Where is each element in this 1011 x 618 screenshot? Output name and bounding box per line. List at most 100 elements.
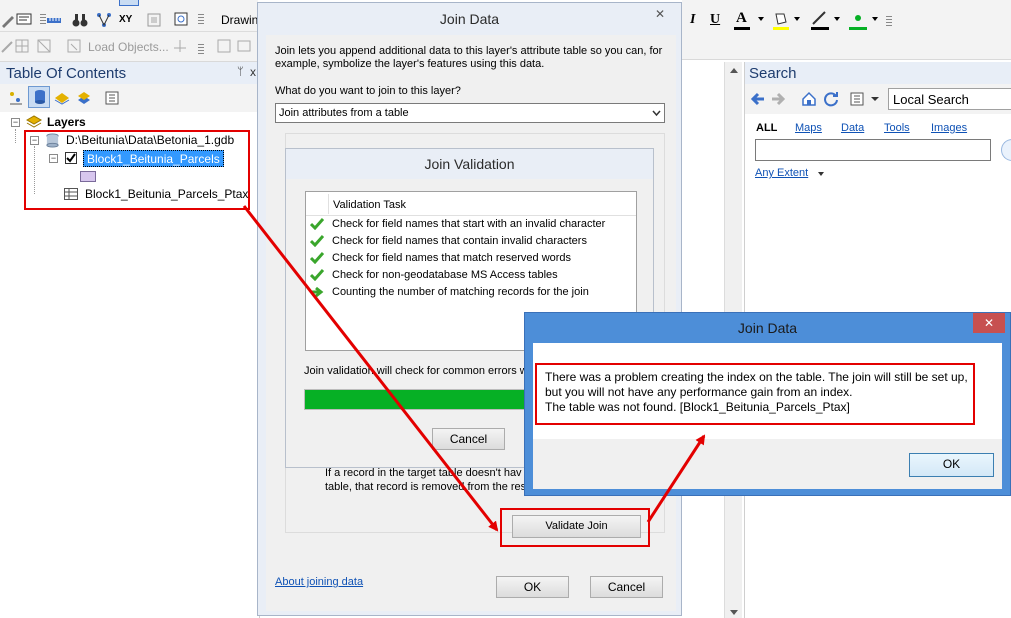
search-go-button[interactable] <box>1001 139 1011 161</box>
cross-tool-icon[interactable] <box>172 38 188 54</box>
any-extent-dropdown[interactable]: Any Extent <box>755 167 808 179</box>
validation-task: Check for field names that start with an… <box>332 218 606 230</box>
chevron-down-icon[interactable] <box>818 172 824 176</box>
home-icon[interactable] <box>801 91 817 107</box>
about-joining-data-link[interactable]: About joining data <box>275 576 363 588</box>
check-icon <box>310 252 324 264</box>
snap-icon[interactable] <box>36 38 52 54</box>
task-header-label: Validation Task <box>333 199 406 211</box>
join-type-select[interactable]: Join attributes from a table <box>275 103 665 123</box>
join-intro-text: Join lets you append additional data to … <box>275 45 663 70</box>
italic-button[interactable]: I <box>690 12 695 28</box>
refresh-icon[interactable] <box>823 91 839 107</box>
chevron-down-icon[interactable] <box>871 97 879 101</box>
search-tab-all[interactable]: ALL <box>756 122 777 134</box>
in-progress-arrow-icon <box>311 286 324 298</box>
comment-icon[interactable] <box>16 12 32 28</box>
active-tool-icon[interactable] <box>119 0 139 6</box>
chevron-down-icon <box>652 110 661 117</box>
search-scope-value: Local Search <box>893 92 969 107</box>
error-ok-button[interactable]: OK <box>909 453 994 477</box>
join-dialog-close-button[interactable]: ✕ <box>647 5 673 23</box>
join-cancel-button[interactable]: Cancel <box>590 576 663 598</box>
annotation-box-error <box>535 363 975 425</box>
load-objects-button[interactable]: Load Objects... <box>88 40 169 54</box>
validation-title-bar: Join Validation <box>286 149 653 179</box>
clip-tool-icon[interactable] <box>216 38 232 54</box>
search-scope-select[interactable]: Local Search <box>888 88 1011 110</box>
format-toolbar: I U A <box>682 0 1011 60</box>
measure-icon[interactable] <box>46 12 62 28</box>
join-partial-text-1: If a record in the target table doesn't … <box>325 467 522 479</box>
check-icon <box>310 235 324 247</box>
forward-arrow-icon[interactable] <box>770 91 786 107</box>
main-toolbar: XY Drawin Load Objects... <box>0 0 258 62</box>
validation-task: Check for field names that match reserve… <box>332 252 572 264</box>
chevron-down-icon[interactable] <box>758 17 764 21</box>
chevron-down-icon[interactable] <box>794 17 800 21</box>
chevron-down-icon[interactable] <box>872 17 878 21</box>
network-icon[interactable] <box>96 12 112 28</box>
toc-toolbar <box>0 84 260 112</box>
error-dialog-close-button[interactable]: ✕ <box>973 313 1005 333</box>
annotation-box-toc <box>24 130 250 210</box>
list-by-drawing-order-icon[interactable] <box>8 90 24 106</box>
edit-tool-icon[interactable] <box>0 12 16 28</box>
line-color-icon[interactable] <box>810 10 830 32</box>
back-arrow-icon[interactable] <box>750 91 766 107</box>
chevron-down-icon[interactable] <box>834 17 840 21</box>
error-dialog-title: Join Data <box>737 320 798 336</box>
validation-task: Check for non-geodatabase MS Access tabl… <box>332 269 558 281</box>
search-header: Search <box>745 62 1011 84</box>
toolbar-grip-3[interactable] <box>198 44 204 56</box>
search-input[interactable] <box>755 139 991 161</box>
validation-cancel-button[interactable]: Cancel <box>432 428 505 450</box>
toc-header: Table Of Contents ᛘ x <box>0 62 260 84</box>
fill-color-icon[interactable] <box>772 10 790 32</box>
check-icon <box>310 269 324 281</box>
join-dialog-title: Join Data <box>439 11 500 27</box>
layers-icon <box>26 115 42 128</box>
font-color-button[interactable]: A <box>734 10 756 32</box>
frame-icon[interactable] <box>146 12 162 28</box>
list-by-source-button[interactable] <box>28 86 50 108</box>
close-icon[interactable]: x <box>250 65 256 79</box>
toolbar-grip-4[interactable] <box>886 16 892 28</box>
validation-task: Check for field names that contain inval… <box>332 235 587 247</box>
join-question-label: What do you want to join to this layer? <box>275 85 461 97</box>
collapse-layers-toggle[interactable]: − <box>11 118 20 127</box>
layout-tool-icon[interactable] <box>236 38 252 54</box>
search-toolbar: Local Search <box>745 84 1011 114</box>
validation-status-text: Join validation will check for common er… <box>304 365 534 377</box>
scroll-up-icon[interactable] <box>730 68 738 73</box>
toolbar-grip-2[interactable] <box>198 14 204 26</box>
scroll-down-icon[interactable] <box>730 610 738 615</box>
search-tab-maps[interactable]: Maps <box>795 122 822 134</box>
search-title: Search <box>749 65 797 82</box>
search-options-icon[interactable] <box>849 91 865 107</box>
go-to-xy-icon[interactable]: XY <box>119 14 132 25</box>
drawing-menu[interactable]: Drawin <box>221 13 258 27</box>
toc-title: Table Of Contents <box>6 65 127 82</box>
search-tab-data[interactable]: Data <box>841 122 864 134</box>
table-tool-icon[interactable] <box>66 38 82 54</box>
underline-button[interactable]: U <box>710 12 720 28</box>
layers-label[interactable]: Layers <box>47 115 86 129</box>
join-partial-text-2: table, that record is removed from the r… <box>325 481 527 493</box>
search-tab-images[interactable]: Images <box>931 122 967 134</box>
binoculars-icon[interactable] <box>72 12 88 28</box>
task-column-header: Validation Task <box>306 192 636 216</box>
grid-icon[interactable] <box>14 38 30 54</box>
join-ok-button[interactable]: OK <box>496 576 569 598</box>
options-icon[interactable] <box>104 90 120 106</box>
list-by-visibility-icon[interactable] <box>54 90 70 106</box>
search-tab-tools[interactable]: Tools <box>884 122 910 134</box>
validation-title: Join Validation <box>424 156 515 172</box>
database-icon <box>35 90 45 104</box>
marker-color-icon[interactable] <box>848 10 868 32</box>
join-type-value: Join attributes from a table <box>279 107 409 119</box>
pin-icon[interactable]: ᛘ <box>237 66 244 78</box>
list-by-selection-icon[interactable] <box>76 90 92 106</box>
zoom-window-icon[interactable] <box>174 12 190 28</box>
check-icon <box>310 218 324 230</box>
